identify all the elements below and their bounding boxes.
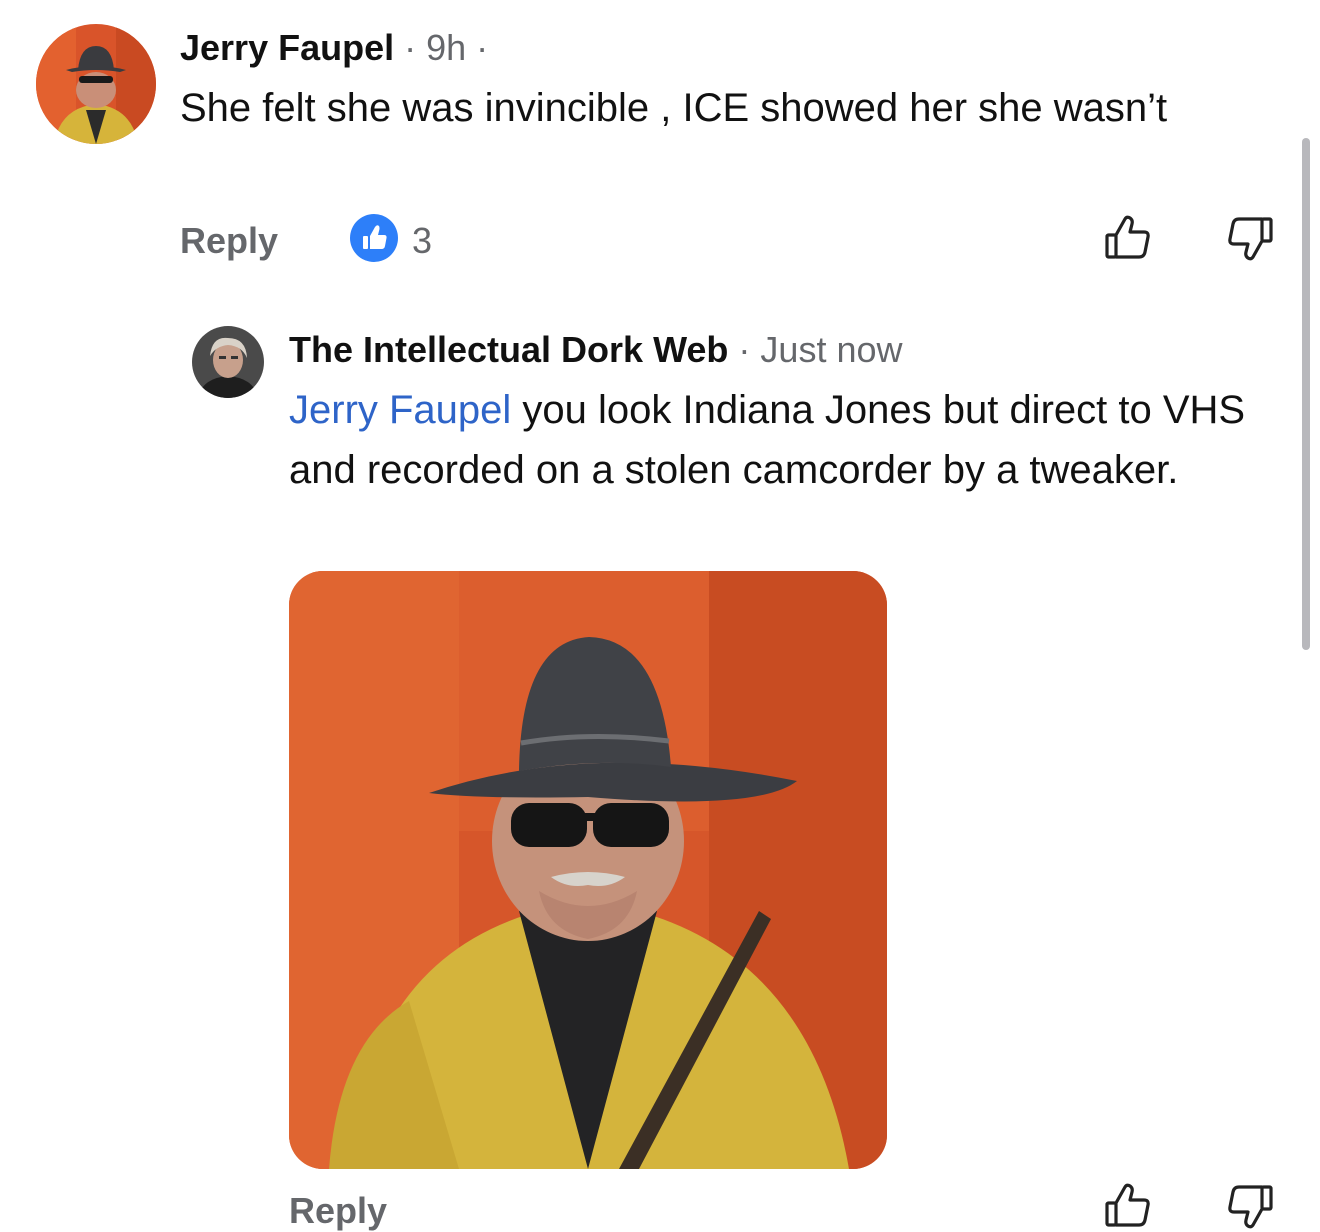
thumbs-down-icon[interactable] [1224,1180,1276,1232]
reply-time[interactable]: Just now [760,329,902,370]
thumbs-up-icon[interactable] [1102,212,1154,264]
comment-header: Jerry Faupel · 9h · [180,28,488,68]
reply-button[interactable]: Reply [180,220,278,262]
thumbs-down-icon[interactable] [1224,212,1276,264]
comment-author[interactable]: Jerry Faupel [180,27,394,68]
like-icon [350,214,398,262]
reply-text: Jerry Faupel you look Indiana Jones but … [289,380,1279,500]
scrollbar[interactable] [1302,138,1310,650]
thumbs-up-icon[interactable] [1102,1180,1154,1232]
attached-photo[interactable] [289,571,887,1169]
reply-author[interactable]: The Intellectual Dork Web [289,329,728,370]
separator-dot: · [394,27,427,68]
separator-dot: · [728,329,761,370]
reaction-count[interactable]: 3 [412,220,432,262]
commenter-avatar[interactable] [36,24,156,144]
comment-time[interactable]: 9h [426,27,466,68]
separator-dot: · [466,27,489,68]
reply-header: The Intellectual Dork Web · Just now [289,330,903,370]
mention-link[interactable]: Jerry Faupel [289,388,511,432]
reply-reply-button[interactable]: Reply [289,1190,387,1232]
reply-author-avatar[interactable] [192,326,264,398]
comment-text: She felt she was invincible , ICE showed… [180,86,1168,130]
